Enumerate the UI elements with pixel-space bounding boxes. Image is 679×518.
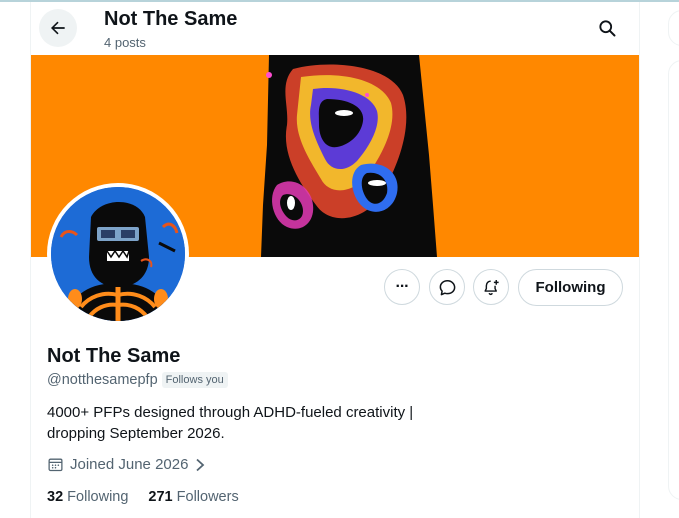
message-bubble-icon: [439, 279, 455, 295]
following-count-link[interactable]: 32 Following: [47, 489, 128, 505]
followers-count-link[interactable]: 271 Followers: [148, 489, 238, 505]
arrow-left-icon: [51, 21, 65, 35]
chevron-right-icon: [196, 458, 205, 471]
joined-date-row[interactable]: Joined June 2026: [47, 456, 206, 473]
search-button[interactable]: [589, 10, 625, 46]
followers-count-label: Followers: [176, 489, 239, 505]
avatar[interactable]: [47, 183, 189, 325]
follows-you-badge: Follows you: [161, 372, 228, 388]
following-count-label: Following: [67, 489, 129, 505]
back-button[interactable]: [39, 9, 77, 47]
following-count: 32: [47, 489, 64, 505]
followers-count: 271: [148, 489, 173, 505]
avatar-artwork: [51, 187, 185, 321]
column-right-border: [639, 2, 640, 518]
calendar-icon: [48, 458, 63, 472]
post-count: 4 posts: [104, 35, 146, 50]
more-dots-icon: ···: [395, 278, 410, 295]
handle: @notthesamepfp: [47, 372, 158, 388]
following-button[interactable]: Following: [518, 269, 623, 306]
bio-line-2: dropping September 2026.: [47, 425, 225, 442]
side-panel-card: [668, 60, 679, 500]
profile-page: Not The Same 4 posts ··· Following Not T…: [0, 0, 679, 518]
bell-plus-icon: [483, 279, 499, 295]
display-name: Not The Same: [47, 345, 181, 367]
follow-counts: 32 Following 271 Followers: [47, 489, 239, 505]
header-title: Not The Same: [104, 8, 238, 30]
more-options-button[interactable]: ···: [384, 269, 420, 305]
bio-line-1: 4000+ PFPs designed through ADHD-fueled …: [47, 404, 414, 421]
handle-row: @notthesamepfp Follows you: [47, 372, 228, 388]
search-icon: [599, 20, 616, 37]
message-button[interactable]: [429, 269, 465, 305]
avatar-image: [51, 187, 185, 321]
joined-date: Joined June 2026: [70, 456, 189, 473]
bio: 4000+ PFPs designed through ADHD-fueled …: [47, 402, 567, 444]
profile-header: Not The Same 4 posts: [31, 2, 639, 55]
notifications-button[interactable]: [473, 269, 509, 305]
side-search-card: [668, 10, 679, 46]
